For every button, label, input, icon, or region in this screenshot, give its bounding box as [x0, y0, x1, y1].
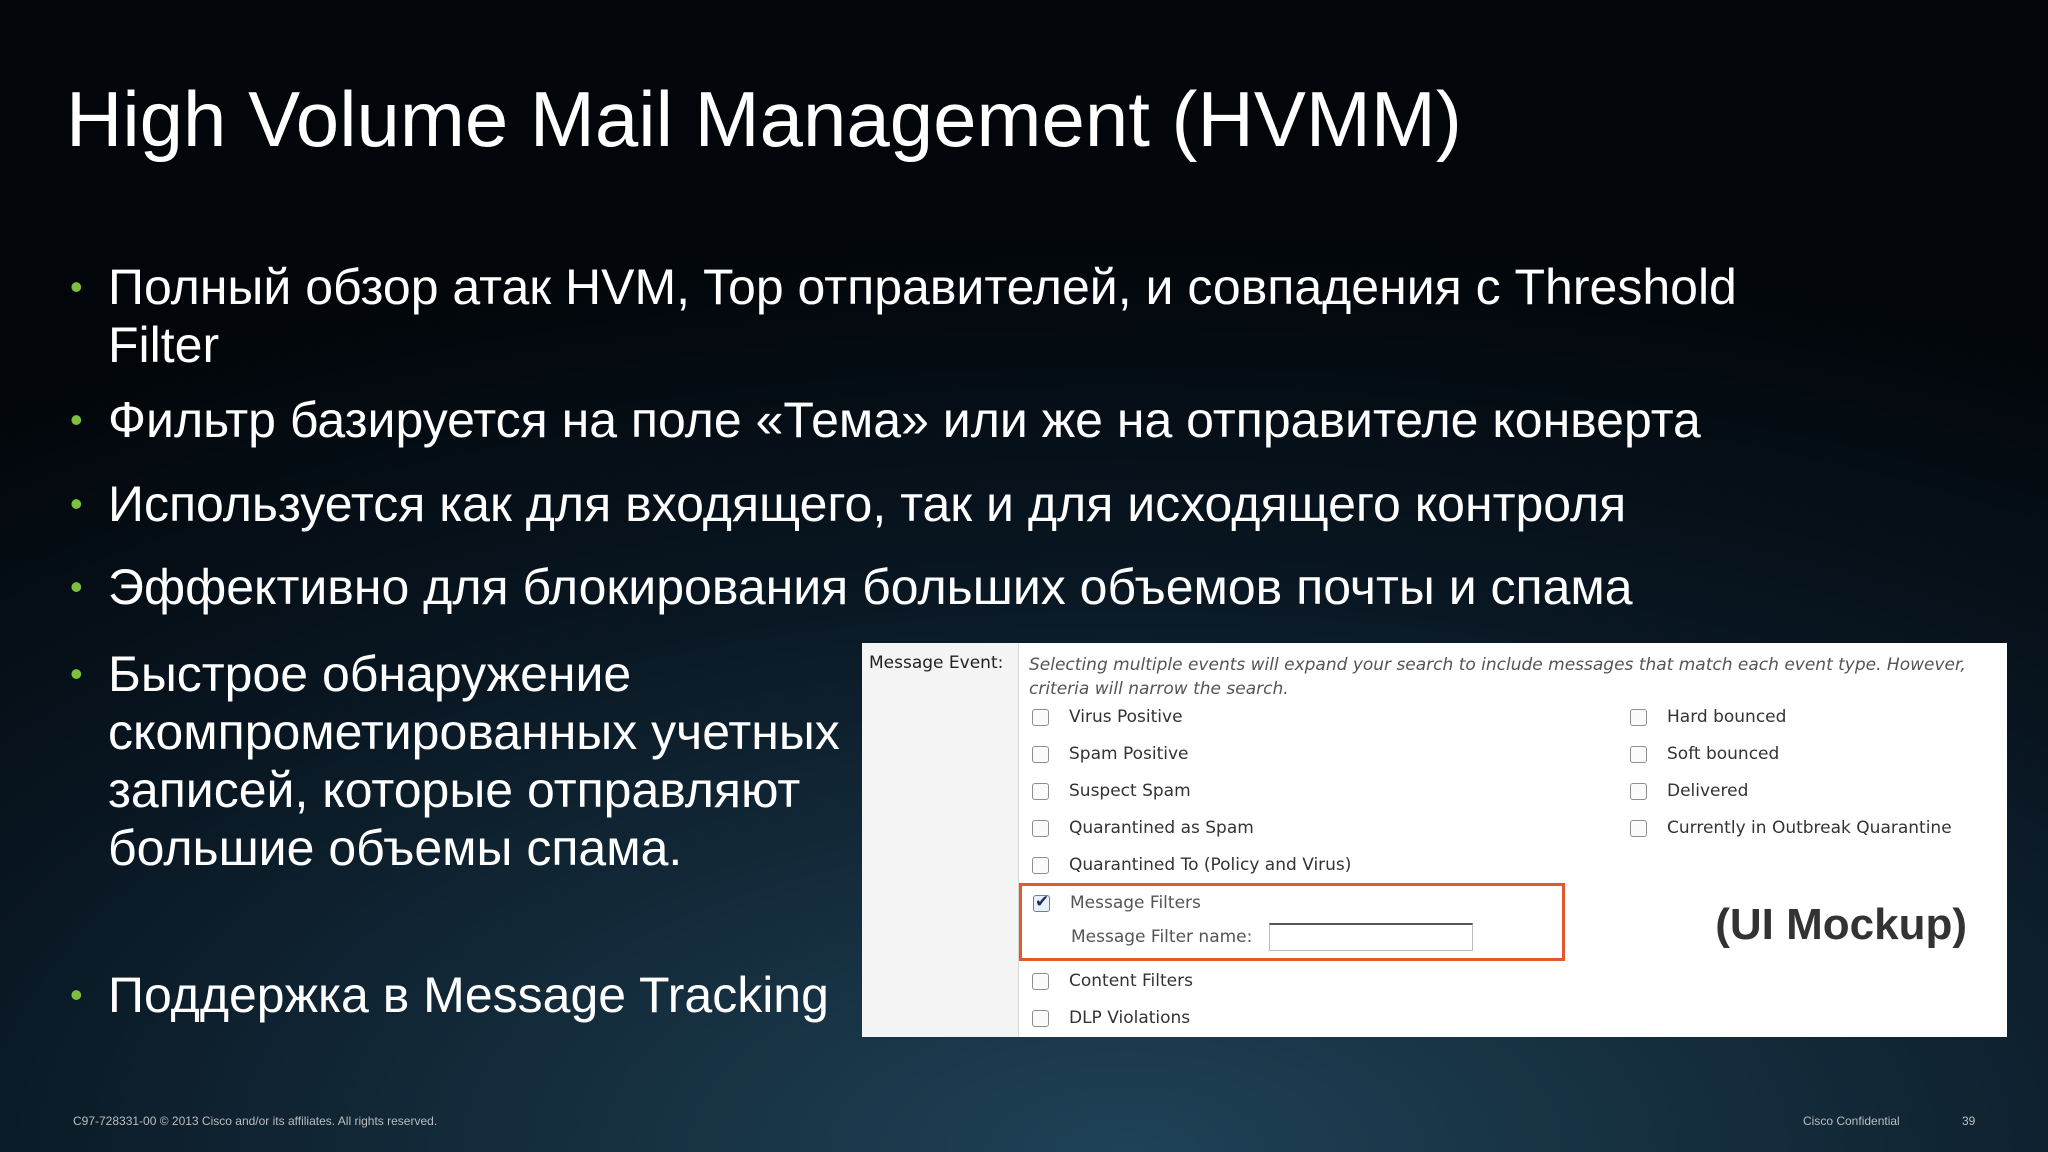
- bullet-text: Используется как для входящего, так и дл…: [108, 476, 1627, 532]
- checkbox[interactable]: [1032, 783, 1049, 800]
- bullet-marker: •: [70, 399, 83, 440]
- bullet-text: Поддержка в Message Tracking: [108, 967, 829, 1023]
- checkbox[interactable]: [1032, 820, 1049, 837]
- message-filter-name-input[interactable]: [1269, 923, 1473, 951]
- bullet-text: Эффективно для блокирования больших объе…: [108, 559, 1633, 615]
- bullet-item: • Фильтр базируется на поле «Тема» или ж…: [70, 391, 1850, 449]
- bullet-marker: •: [70, 483, 83, 524]
- selection-note: Selecting multiple events will expand yo…: [1029, 655, 1966, 699]
- footer-confidential: Cisco Confidential: [1803, 1114, 1900, 1128]
- bullet-marker: •: [70, 974, 83, 1015]
- bullet-item: • Поддержка в Message Tracking: [70, 966, 870, 1024]
- checkbox[interactable]: [1630, 709, 1647, 726]
- checkbox[interactable]: [1630, 820, 1647, 837]
- checkbox[interactable]: [1032, 1010, 1049, 1027]
- checkbox[interactable]: [1630, 746, 1647, 763]
- option-label: DLP Violations: [1069, 1008, 1191, 1028]
- bullet-item: • Используется как для входящего, так и …: [70, 475, 1850, 533]
- checkbox[interactable]: [1032, 857, 1049, 874]
- bullet-text: Быстрое обнаружение скомпрометированных …: [108, 646, 840, 876]
- option-label: Delivered: [1667, 781, 1749, 801]
- option-label: Suspect Spam: [1069, 781, 1191, 801]
- bullet-text: Полный обзор атак HVM, Top отправителей,…: [108, 259, 1737, 373]
- option-label: Spam Positive: [1069, 744, 1189, 764]
- message-event-panel: Message Event: Selecting multiple events…: [862, 643, 2007, 1037]
- slide-title: High Volume Mail Management (HVMM): [66, 75, 1462, 163]
- option-label: Content Filters: [1069, 971, 1193, 991]
- checkbox[interactable]: [1032, 746, 1049, 763]
- bullet-text: Фильтр базируется на поле «Тема» или же …: [108, 392, 1701, 448]
- bullet-item: • Полный обзор атак HVM, Top отправителе…: [70, 258, 1850, 374]
- footer-copyright: C97-728331-00 © 2013 Cisco and/or its af…: [73, 1114, 438, 1128]
- message-event-label: Message Event:: [869, 653, 1004, 673]
- bullet-marker: •: [70, 266, 83, 307]
- checkbox-checked[interactable]: [1033, 892, 1050, 912]
- option-label: Message Filters: [1070, 893, 1201, 913]
- bullet-marker: •: [70, 566, 83, 607]
- checkbox[interactable]: [1032, 973, 1049, 990]
- option-label: Virus Positive: [1069, 707, 1183, 727]
- option-label: Hard bounced: [1667, 707, 1787, 727]
- option-label: Quarantined To (Policy and Virus): [1069, 855, 1352, 875]
- option-label: Currently in Outbreak Quarantine: [1667, 818, 1952, 838]
- option-label: Quarantined as Spam: [1069, 818, 1254, 838]
- bullet-item: • Быстрое обнаружение скомпрометированны…: [70, 645, 870, 877]
- page-number: 39: [1962, 1114, 1976, 1128]
- bullet-item: • Эффективно для блокирования больших об…: [70, 558, 1850, 616]
- message-filter-name-label: Message Filter name:: [1071, 927, 1253, 947]
- checkbox[interactable]: [1630, 783, 1647, 800]
- checkbox[interactable]: [1032, 709, 1049, 726]
- bullet-marker: •: [70, 653, 83, 694]
- ui-mockup-tag: (UI Mockup): [1715, 900, 1967, 949]
- label-column: Message Event:: [862, 643, 1019, 1037]
- option-label: Soft bounced: [1667, 744, 1780, 764]
